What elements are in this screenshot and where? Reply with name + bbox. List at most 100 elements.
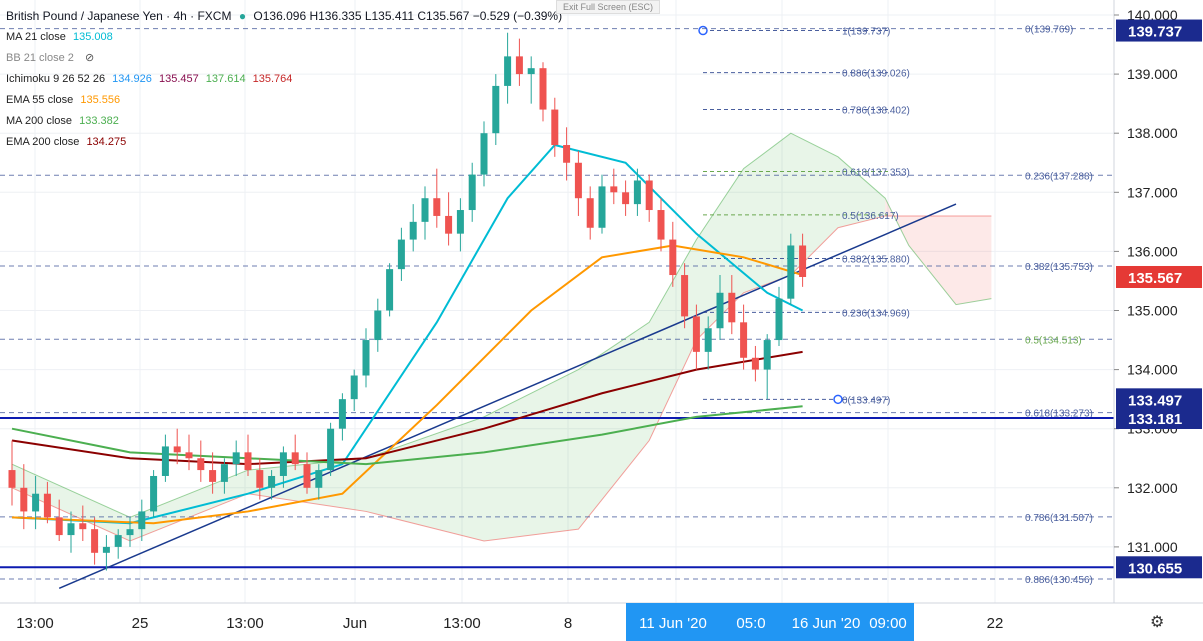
candle-body <box>91 529 99 553</box>
x-tick-label: 25 <box>132 615 149 632</box>
candle-body <box>704 328 712 352</box>
ichimoku-value-3: 137.614 <box>205 73 246 85</box>
axis-price-tag: 139.737 <box>1116 19 1202 42</box>
ohlc-readout: O136.096 H136.335 L135.411 C135.567 −0.5… <box>253 9 563 23</box>
fib-level-label: 0.5(136.617) <box>842 211 899 222</box>
indicator-legend: British Pound / Japanese Yen · 4h · FXCM… <box>6 6 562 153</box>
ichimoku-label: Ichimoku 9 26 52 26 <box>6 73 106 85</box>
fib-level-label: 0.786(138.402) <box>842 105 910 116</box>
candle-body <box>256 470 264 488</box>
y-tick-label: 131.000 <box>1127 539 1178 555</box>
fib-level-label: 0.236(134.969) <box>842 308 910 319</box>
candle-body <box>268 475 276 488</box>
candle-body <box>327 428 335 471</box>
symbol-title: British Pound / Japanese Yen · 4h · FXCM <box>6 9 232 23</box>
ema200-value: 134.275 <box>86 136 127 148</box>
candle-body <box>681 275 689 317</box>
fib-level-label: 0.382(135.753) <box>1025 262 1093 273</box>
candle-body <box>645 180 653 211</box>
candle-body <box>150 475 158 512</box>
x-tick-label: 13:00 <box>226 615 264 632</box>
candle-body <box>751 357 759 370</box>
candle-body <box>445 215 453 234</box>
candle-body <box>173 446 181 453</box>
exit-fullscreen-button[interactable]: Exit Full Screen (ESC) <box>556 0 661 14</box>
candle-body <box>209 470 217 482</box>
candle-body <box>185 452 193 459</box>
candle <box>150 470 158 518</box>
axis-tag-label: 130.655 <box>1128 560 1182 577</box>
fib-level-label: 0.5(134.513) <box>1025 335 1082 346</box>
candle-body <box>362 340 370 376</box>
axis-tag-label: 139.737 <box>1128 24 1182 41</box>
candle-body <box>8 470 16 488</box>
fib-level-label: 0.886(130.456) <box>1025 575 1093 586</box>
candle-body <box>456 210 464 234</box>
candle-body <box>799 245 807 277</box>
candle-body <box>787 245 795 299</box>
candle-body <box>20 487 28 512</box>
candle-body <box>669 239 677 276</box>
candle-body <box>79 523 87 530</box>
time-axis: 13:00 25 13:00 Jun 13:00 8 11 Jun '20 05:0 16 Ju… <box>0 602 1203 641</box>
x-tick-label: 09:00 <box>869 615 907 632</box>
x-tick-label: 22 <box>987 615 1004 632</box>
fib-level-label: 0.618(137.353) <box>842 167 910 178</box>
candle-body <box>161 446 169 476</box>
price-axis-background <box>1114 0 1203 603</box>
eye-hidden-icon[interactable]: ⊘ <box>85 48 94 69</box>
candle-body <box>67 523 75 536</box>
fib-level-label: 0.886(139.026) <box>842 69 910 80</box>
candle-body <box>114 535 122 547</box>
candle-body <box>220 464 228 482</box>
cloud-segment <box>956 215 992 305</box>
candle-body <box>433 198 441 216</box>
candle-body <box>468 174 476 211</box>
gear-icon[interactable]: ⚙ <box>1150 612 1164 632</box>
candle-body <box>102 546 110 553</box>
candle-body <box>598 186 606 228</box>
candle-body <box>244 452 252 471</box>
ma21-value: 135.008 <box>72 31 113 43</box>
candle-body <box>386 269 394 311</box>
ma21-label: MA 21 close <box>6 31 66 43</box>
fib-anchor-handle <box>698 25 708 36</box>
fib-level-label: 0(133.497) <box>842 395 890 406</box>
candle-body <box>622 192 630 205</box>
x-tick-label: 11 Jun '20 <box>639 615 707 632</box>
candle-body <box>55 517 63 536</box>
candle-body <box>657 210 665 240</box>
candle-body <box>563 145 571 163</box>
y-tick-label: 132.000 <box>1127 480 1178 496</box>
axis-price-tag: 135.567 <box>1116 265 1202 288</box>
x-tick-label: 05:0 <box>736 615 765 632</box>
x-tick-label: Jun <box>343 615 367 632</box>
candle-body <box>740 322 748 358</box>
candle-body <box>279 452 287 476</box>
candle-body <box>32 493 40 512</box>
time-axis-background <box>0 603 1203 641</box>
candle-body <box>421 198 429 222</box>
candle-body <box>610 186 618 193</box>
candle-body <box>350 375 358 400</box>
candle <box>327 422 335 476</box>
candle-body <box>338 399 346 429</box>
candle-body <box>397 239 405 270</box>
ma200-value: 133.382 <box>79 115 119 127</box>
candle-body <box>763 340 771 370</box>
candle-body <box>197 458 205 471</box>
ema55-value: 135.556 <box>80 94 121 106</box>
y-tick-label: 137.000 <box>1127 184 1178 200</box>
axis-tag-label: 133.497 <box>1128 392 1182 409</box>
candle-body <box>409 221 417 240</box>
fib-level-label: 0.382(135.880) <box>842 254 910 265</box>
ichimoku-value-1: 134.926 <box>112 73 152 85</box>
candle-body <box>303 464 311 488</box>
candle-body <box>716 292 724 329</box>
ichimoku-value-4: 135.764 <box>252 73 293 85</box>
ema200-label: EMA 200 close <box>6 136 80 148</box>
candle-body <box>728 292 736 323</box>
ema55-label: EMA 55 close <box>6 94 74 106</box>
y-tick-label: 136.000 <box>1127 243 1178 259</box>
price-axis: 131.000132.000133.000134.000135.000136.0… <box>1113 0 1203 603</box>
